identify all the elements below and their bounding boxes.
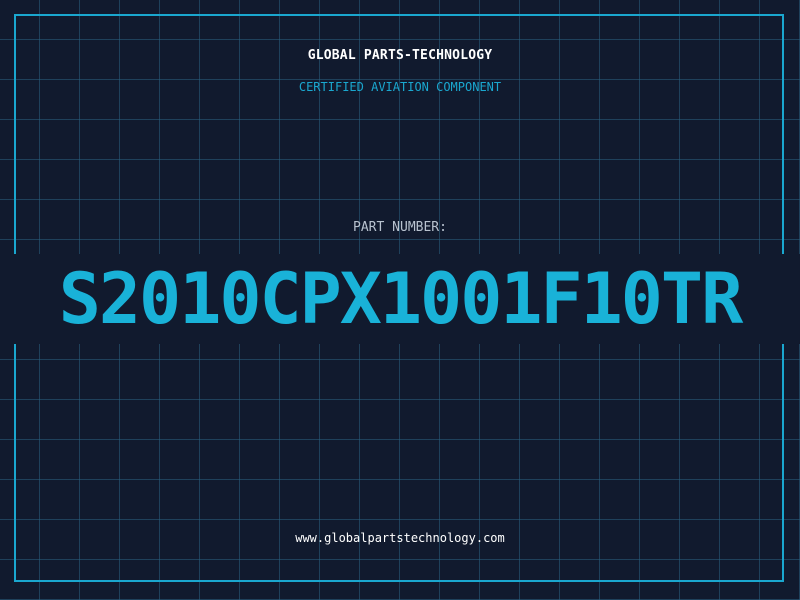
company-name: GLOBAL PARTS-TECHNOLOGY: [307, 48, 493, 63]
website-url: www.globalpartstechnology.com: [295, 531, 505, 545]
part-label-card: GLOBAL PARTS-TECHNOLOGY CERTIFIED AVIATI…: [0, 0, 800, 600]
part-number-value: S2010CPX1001F10TR: [0, 254, 800, 344]
certification-tagline: CERTIFIED AVIATION COMPONENT: [298, 80, 502, 94]
part-number-label: PART NUMBER:: [353, 220, 447, 235]
